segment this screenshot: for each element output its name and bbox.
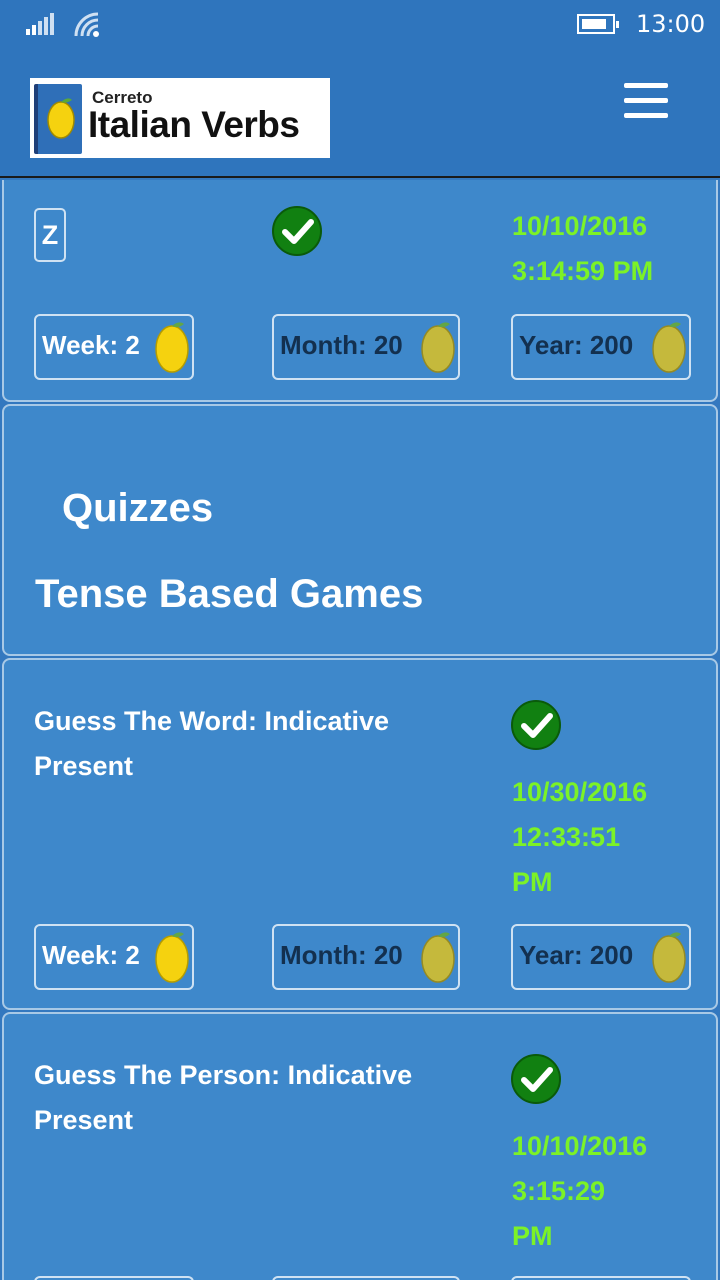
signal-icon xyxy=(26,13,56,35)
year-score-button[interactable]: Year: 200 xyxy=(511,314,691,380)
year-score-label: Year: 200 xyxy=(519,940,634,970)
game-title-line2: Present xyxy=(34,1105,134,1135)
battery-icon xyxy=(577,14,619,34)
stat-button-edge[interactable] xyxy=(272,1276,460,1280)
week-score-button[interactable]: Week: 2 xyxy=(34,314,194,380)
week-score-label: Week: 2 xyxy=(42,940,140,970)
year-score-label: Year: 200 xyxy=(519,330,634,360)
month-score-button[interactable]: Month: 20 xyxy=(272,924,460,990)
lemon-icon xyxy=(155,932,189,983)
last-played-date: 10/30/2016 xyxy=(512,777,648,807)
last-played-date: 10/10/2016 xyxy=(512,1131,648,1161)
month-score-label: Month: 20 xyxy=(280,330,403,360)
status-time: 13:00 xyxy=(636,10,706,38)
game-card-guess-the-person[interactable]: Guess The Person: Indicative Present 10/… xyxy=(2,1012,718,1280)
checkmark-icon xyxy=(511,1054,561,1104)
last-played-ampm: PM xyxy=(512,1221,553,1251)
quizzes-heading: Quizzes xyxy=(62,486,214,530)
last-played-time: 12:33:51 xyxy=(512,822,621,852)
lemon-icon xyxy=(155,322,189,373)
tense-games-heading: Tense Based Games xyxy=(35,572,424,616)
logo-title: Italian Verbs xyxy=(88,104,300,145)
year-score-button[interactable]: Year: 200 xyxy=(511,924,691,990)
game-title: Guess The Word: Indicative xyxy=(34,706,390,736)
app-logo: Cerreto Italian Verbs xyxy=(30,78,330,158)
last-played-date: 10/10/2016 xyxy=(512,211,648,241)
last-played-time: 3:15:29 xyxy=(512,1176,606,1206)
week-score-button[interactable]: Week: 2 xyxy=(34,924,194,990)
verb-card[interactable]: Z 10/10/2016 3:14:59 PM Week: 2 Month: 2… xyxy=(2,180,718,402)
lemon-book-icon xyxy=(34,84,82,154)
status-bar: 13:00 xyxy=(0,0,720,48)
last-played-time: 3:14:59 PM xyxy=(512,256,654,286)
app-header: Cerreto Italian Verbs xyxy=(0,48,720,178)
game-card-guess-the-word[interactable]: Guess The Word: Indicative Present 10/30… xyxy=(2,658,718,1010)
hamburger-menu-icon[interactable] xyxy=(622,83,670,119)
stat-button-edge[interactable] xyxy=(34,1276,194,1280)
month-score-button[interactable]: Month: 20 xyxy=(272,314,460,380)
stat-button-edge[interactable] xyxy=(511,1276,691,1280)
lemon-icon xyxy=(421,322,455,373)
game-title-line2: Present xyxy=(34,751,134,781)
lemon-icon xyxy=(652,932,686,983)
week-score-label: Week: 2 xyxy=(42,330,140,360)
game-title: Guess The Person: Indicative xyxy=(34,1060,413,1090)
wifi-icon xyxy=(72,10,104,38)
checkmark-icon xyxy=(272,206,322,256)
letter-badge: Z xyxy=(34,208,66,262)
section-header-card: Quizzes Tense Based Games xyxy=(2,404,718,656)
lemon-icon xyxy=(652,322,686,373)
last-played-ampm: PM xyxy=(512,867,553,897)
lemon-icon xyxy=(421,932,455,983)
checkmark-icon xyxy=(511,700,561,750)
month-score-label: Month: 20 xyxy=(280,940,403,970)
